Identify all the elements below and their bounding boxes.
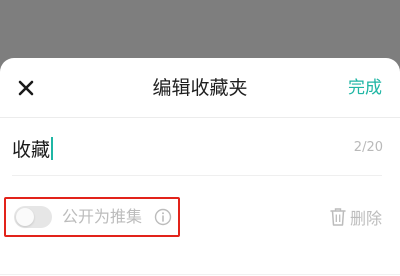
sheet-header: 编辑收藏夹 完成 — [0, 58, 400, 118]
close-icon — [18, 80, 34, 96]
text-caret — [51, 136, 54, 160]
done-button[interactable]: 完成 — [348, 58, 382, 118]
bottom-divider — [0, 274, 400, 275]
collection-name-value: 收藏 — [12, 138, 51, 161]
delete-label: 删除 — [349, 209, 382, 228]
character-counter: 2/20 — [353, 140, 383, 155]
public-setting-highlight: 公开为推集 — [4, 197, 180, 237]
page-title: 编辑收藏夹 — [152, 77, 248, 99]
public-toggle[interactable] — [14, 206, 52, 228]
toggle-knob — [16, 208, 34, 226]
name-field-divider — [12, 175, 382, 176]
trash-icon — [330, 208, 346, 226]
public-toggle-label: 公开为推集 — [62, 207, 143, 226]
header-divider — [0, 117, 400, 118]
edit-favorites-sheet: 编辑收藏夹 完成 收藏 2/20 公开为推集 删除 — [0, 58, 400, 276]
info-icon[interactable] — [154, 208, 172, 226]
collection-name-input[interactable]: 收藏 — [12, 132, 342, 164]
close-button[interactable] — [14, 76, 38, 100]
delete-button[interactable]: 删除 — [329, 204, 382, 230]
